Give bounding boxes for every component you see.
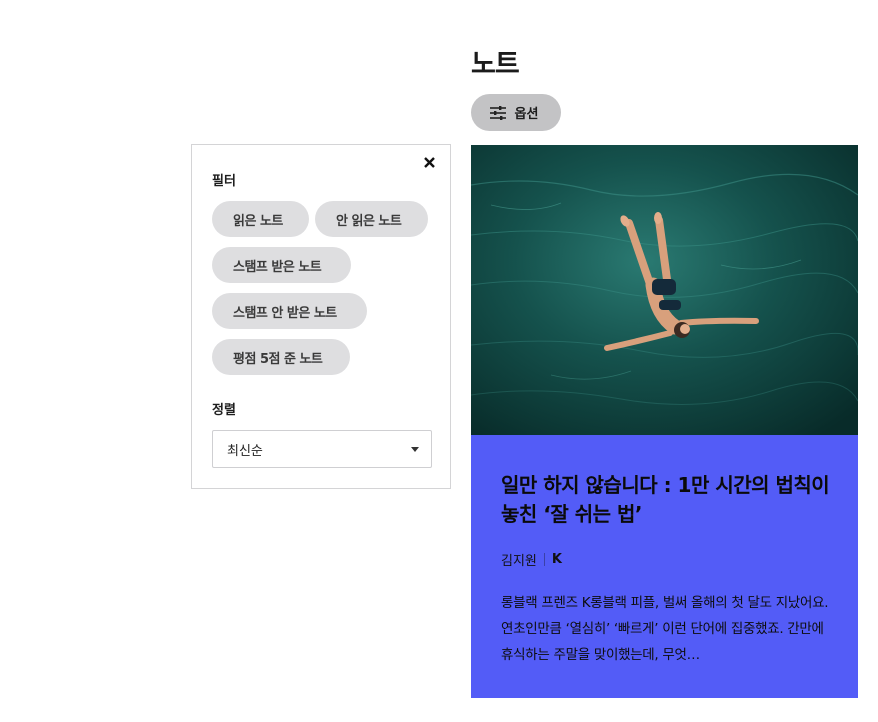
filter-chip-rated-5[interactable]: 평점 5점 준 노트 bbox=[212, 339, 350, 375]
filter-panel: 필터 읽은 노트 안 읽은 노트 스탬프 받은 노트 스탬프 안 받은 노트 평… bbox=[191, 144, 451, 489]
card-body: 일만 하지 않습니다 : 1만 시간의 법칙이 놓친 ‘잘 쉬는 법’ 김지원 … bbox=[471, 435, 858, 698]
page-title: 노트 bbox=[471, 49, 520, 80]
filter-chip-stamped[interactable]: 스탬프 받은 노트 bbox=[212, 247, 351, 283]
card-publisher: K bbox=[551, 552, 562, 567]
sort-heading: 정렬 bbox=[212, 403, 236, 418]
meta-divider bbox=[543, 553, 545, 566]
filter-chip-unstamped[interactable]: 스탬프 안 받은 노트 bbox=[212, 293, 367, 329]
options-label: 옵션 bbox=[514, 107, 539, 122]
card-meta: 김지원 K bbox=[501, 550, 562, 569]
sort-select[interactable]: 최신순 bbox=[212, 430, 432, 468]
caret-down-icon bbox=[411, 447, 419, 452]
card-image bbox=[471, 145, 858, 435]
options-button[interactable]: 옵션 bbox=[471, 94, 561, 131]
close-icon[interactable] bbox=[421, 154, 437, 170]
filter-chip-read[interactable]: 읽은 노트 bbox=[212, 201, 309, 237]
sliders-icon bbox=[489, 105, 506, 120]
sort-select-value: 최신순 bbox=[227, 443, 263, 459]
filter-chip-list: 읽은 노트 안 읽은 노트 스탬프 받은 노트 스탬프 안 받은 노트 평점 5… bbox=[212, 201, 442, 375]
card-excerpt: 롱블랙 프렌즈 K롱블랙 피플, 벌써 올해의 첫 달도 지났어요. 연초인만큼… bbox=[501, 595, 829, 663]
filter-heading: 필터 bbox=[212, 174, 236, 189]
filter-chip-unread[interactable]: 안 읽은 노트 bbox=[315, 201, 428, 237]
card-title: 일만 하지 않습니다 : 1만 시간의 법칙이 놓친 ‘잘 쉬는 법’ bbox=[501, 473, 830, 526]
card-author: 김지원 bbox=[501, 554, 537, 569]
note-card[interactable]: 일만 하지 않습니다 : 1만 시간의 법칙이 놓친 ‘잘 쉬는 법’ 김지원 … bbox=[471, 145, 858, 698]
